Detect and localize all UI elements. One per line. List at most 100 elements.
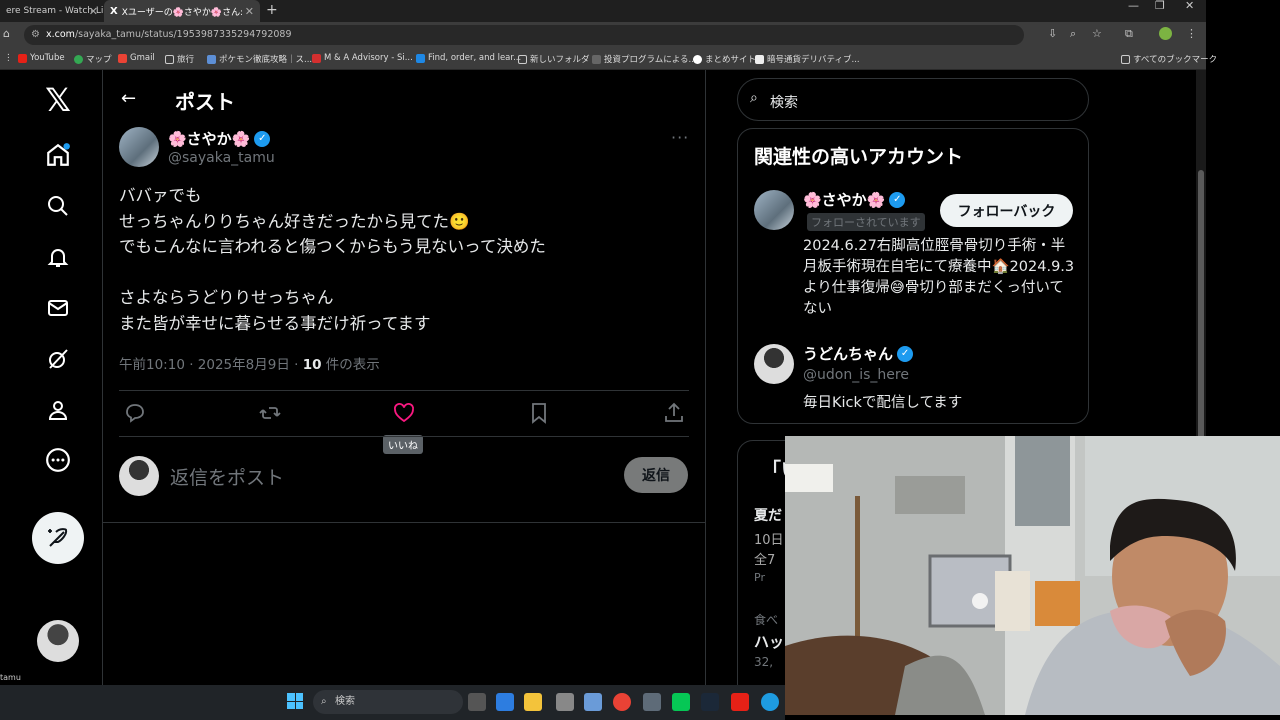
restore-icon[interactable]: ❐ — [1155, 0, 1165, 12]
follows-you-badge: フォローされています — [807, 213, 925, 231]
related-accounts-title: 関連性の高いアカウント — [754, 146, 964, 168]
bookmark-travel[interactable]: 旅行 — [165, 53, 194, 65]
site-icon — [207, 54, 216, 64]
extensions-icon[interactable]: ⧉ — [1125, 27, 1133, 41]
tab-stream[interactable]: ere Stream - Watch Li ✕ — [0, 0, 104, 22]
apps-icon[interactable]: ⋮ — [4, 53, 13, 63]
home-icon[interactable] — [40, 137, 76, 173]
bookmark-gmail[interactable]: Gmail — [118, 53, 155, 63]
messages-mail-icon[interactable] — [40, 290, 76, 326]
bookmark-find-order[interactable]: Find, order, and lear... — [416, 53, 521, 63]
related-account-handle[interactable]: @udon_is_here — [803, 367, 909, 383]
url-field[interactable]: ⚙ x.com/sayaka_tamu/status/1953987335294… — [24, 25, 1024, 45]
install-app-icon[interactable]: ⇩ — [1048, 27, 1057, 40]
site-info-icon[interactable]: ⚙ — [31, 25, 40, 45]
related-account-name[interactable]: うどんちゃん ✓ — [803, 343, 914, 364]
trend-item: 10日 — [754, 533, 784, 548]
search-icon[interactable] — [40, 188, 76, 224]
home-icon[interactable]: ⌂ — [3, 27, 10, 40]
author-handle[interactable]: @sayaka_tamu — [168, 150, 275, 166]
bookmark-investment[interactable]: 投資プログラムによる... — [592, 53, 697, 65]
search-icon: ⌕ — [321, 696, 327, 707]
browser-menu-icon[interactable]: ⋮ — [1186, 27, 1197, 40]
related-account-bio: 毎日Kickで配信してます — [803, 395, 963, 411]
copilot-icon[interactable] — [496, 693, 514, 711]
chrome-icon[interactable] — [613, 693, 631, 711]
compose-post-button[interactable] — [32, 512, 84, 564]
like-heart-icon[interactable] — [392, 401, 416, 425]
bottom-left-label: tamu — [0, 673, 21, 682]
site-icon — [755, 54, 764, 64]
new-tab-icon[interactable]: + — [266, 0, 278, 20]
related-account-name[interactable]: 🌸さやか🌸 ✓ — [803, 189, 906, 210]
address-bar-row: ⌂ ⚙ x.com/sayaka_tamu/status/19539873352… — [0, 22, 1206, 48]
trend-item[interactable]: 夏だ — [754, 505, 782, 525]
close-tab-icon[interactable]: ✕ — [245, 5, 254, 18]
tab-x-post[interactable]: X Xユーザーの🌸さやか🌸さん:「@u ✕ — [104, 0, 260, 22]
browser-tab-bar: ere Stream - Watch Li ✕ X Xユーザーの🌸さやか🌸さん:… — [0, 0, 1206, 22]
reply-icon[interactable] — [123, 401, 147, 425]
steam-icon[interactable] — [701, 693, 719, 711]
bookmark-ma-advisory[interactable]: M & A Advisory - Si... — [312, 53, 413, 63]
grok-icon[interactable] — [40, 341, 76, 377]
x-left-nav: 𝕏 — [0, 70, 103, 685]
notifications-bell-icon[interactable] — [40, 239, 76, 275]
webcam-overlay — [785, 436, 1280, 715]
account-avatar[interactable] — [37, 620, 79, 662]
windows-start-icon[interactable] — [287, 693, 303, 709]
profile-person-icon[interactable] — [40, 392, 76, 428]
follow-back-button[interactable]: フォローバック — [940, 194, 1073, 227]
trend-item[interactable]: ハッ — [754, 631, 784, 652]
trend-item: 全7 — [754, 553, 776, 568]
windows-taskbar: ⌕ 検索 — [0, 685, 785, 720]
reply-input[interactable]: 返信をポスト — [170, 463, 284, 490]
post-timestamp[interactable]: 午前10:10 · 2025年8月9日 · — [119, 357, 303, 373]
like-tooltip: いいね — [383, 435, 423, 454]
back-arrow-icon[interactable]: ← — [121, 88, 136, 109]
search-input[interactable]: ⌕ 検索 — [737, 78, 1089, 121]
page-title: ポスト — [175, 90, 235, 114]
post-text: ババァでも せっちゃんりりちゃん好きだったから見てた🙂 でもこんなに言われると傷… — [119, 186, 546, 333]
mail-icon[interactable] — [584, 693, 602, 711]
bookmark-matome[interactable]: まとめサイト — [693, 53, 756, 65]
bookmark-crypto[interactable]: 暗号通貨デリバティブ... — [755, 53, 860, 65]
file-explorer-icon[interactable] — [524, 693, 542, 711]
share-icon[interactable] — [662, 401, 686, 425]
taskbar-search-input[interactable]: ⌕ 検索 — [313, 690, 463, 714]
more-circle-icon[interactable] — [40, 442, 76, 478]
bookmark-maps[interactable]: マップ — [74, 53, 112, 65]
related-account-avatar[interactable] — [754, 344, 794, 384]
youtube-icon — [18, 53, 27, 63]
star-bookmark-icon[interactable]: ☆ — [1092, 27, 1102, 40]
verified-badge-icon: ✓ — [254, 130, 271, 147]
verified-badge-icon: ✓ — [889, 191, 906, 208]
edge-icon[interactable] — [761, 693, 779, 711]
webcam-scene — [785, 436, 1280, 715]
profile-icon[interactable] — [1159, 27, 1172, 40]
task-view-icon[interactable] — [468, 693, 486, 711]
divider — [119, 436, 689, 437]
author-display-name[interactable]: 🌸さやか🌸 ✓ — [168, 128, 271, 149]
store-icon[interactable] — [556, 693, 574, 711]
minimize-icon[interactable]: — — [1128, 0, 1139, 12]
more-options-icon[interactable]: ··· — [671, 128, 689, 147]
x-logo-icon[interactable]: 𝕏 — [40, 81, 76, 119]
divider — [103, 522, 706, 523]
close-window-icon[interactable]: ✕ — [1185, 0, 1194, 12]
related-account-avatar[interactable] — [754, 190, 794, 230]
bookmark-new-folder[interactable]: 新しいフォルダ — [518, 53, 590, 65]
author-avatar[interactable] — [119, 127, 159, 167]
bookmark-youtube[interactable]: YouTube — [18, 53, 65, 63]
line-icon[interactable] — [672, 693, 690, 711]
calculator-icon[interactable] — [643, 693, 661, 711]
bookmark-icon[interactable] — [527, 401, 551, 425]
scrollbar-thumb[interactable] — [1198, 170, 1204, 450]
reply-button[interactable]: 返信 — [624, 457, 688, 493]
youtube-icon[interactable] — [731, 693, 749, 711]
zoom-icon[interactable]: ⌕ — [1070, 27, 1076, 41]
close-tab-icon[interactable]: ✕ — [89, 5, 98, 18]
post-meta: 午前10:10 · 2025年8月9日 · 10 件の表示 — [119, 357, 380, 373]
all-bookmarks[interactable]: すべてのブックマーク — [1121, 53, 1217, 65]
bookmark-pokemon[interactable]: ポケモン徹底攻略｜ス... — [207, 53, 312, 65]
repost-icon[interactable] — [258, 401, 282, 425]
